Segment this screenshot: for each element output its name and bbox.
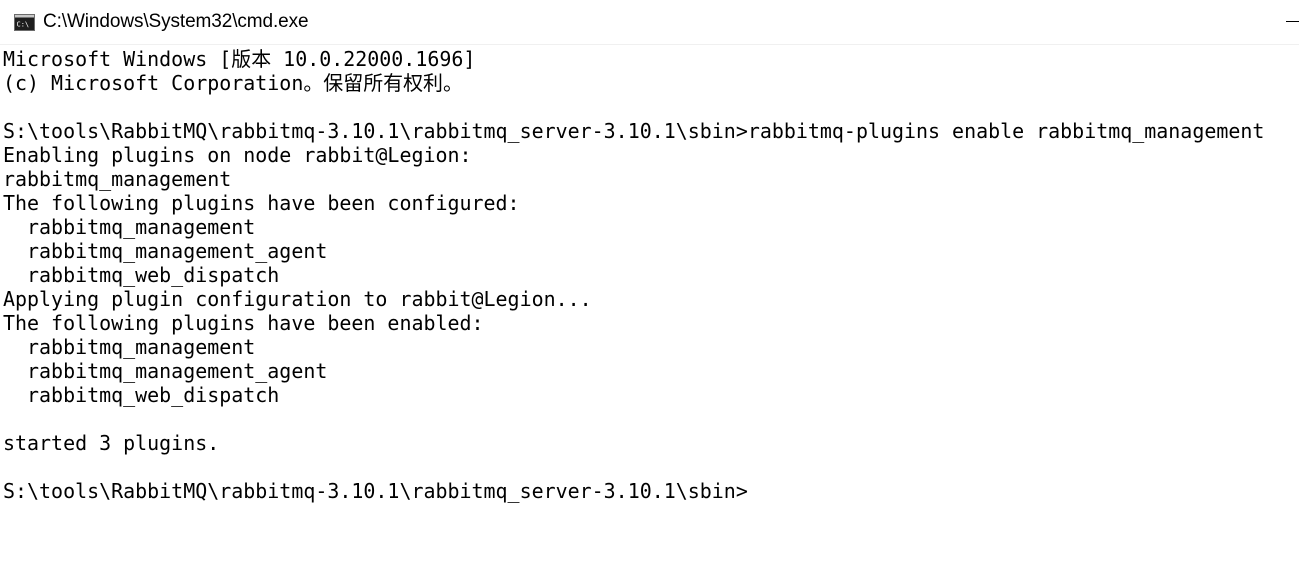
console-line: The following plugins have been configur… — [3, 191, 520, 215]
svg-text:C:\: C:\ — [17, 20, 30, 28]
console-line: rabbitmq_management — [3, 335, 256, 359]
console-line: rabbitmq_management_agent — [3, 359, 328, 383]
console-line: (c) Microsoft Corporation。保留所有权利。 — [3, 71, 463, 95]
console-line: The following plugins have been enabled: — [3, 311, 484, 335]
console-line: rabbitmq_web_dispatch — [3, 383, 280, 407]
console-line: S:\tools\RabbitMQ\rabbitmq-3.10.1\rabbit… — [3, 119, 1265, 143]
console-line: Enabling plugins on node rabbit@Legion: — [3, 143, 472, 167]
window-title: C:\Windows\System32\cmd.exe — [43, 11, 309, 32]
console-line: started 3 plugins. — [3, 431, 220, 455]
console-line: rabbitmq_management — [3, 215, 256, 239]
window-controls — [1259, 0, 1299, 44]
cmd-window: C:\ C:\Windows\System32\cmd.exe Microsof… — [0, 0, 1299, 580]
cmd-console-icon: C:\ — [14, 13, 35, 31]
console-line: rabbitmq_management — [3, 167, 232, 191]
console-line: Applying plugin configuration to rabbit@… — [3, 287, 592, 311]
console-prompt-line: S:\tools\RabbitMQ\rabbitmq-3.10.1\rabbit… — [3, 479, 748, 503]
console-output[interactable]: Microsoft Windows [版本 10.0.22000.1696] (… — [0, 44, 1299, 580]
minimize-button[interactable] — [1259, 0, 1299, 44]
console-line: Microsoft Windows [版本 10.0.22000.1696] — [3, 47, 476, 71]
console-line: rabbitmq_web_dispatch — [3, 263, 280, 287]
title-bar[interactable]: C:\ C:\Windows\System32\cmd.exe — [0, 0, 1299, 44]
console-line: rabbitmq_management_agent — [3, 239, 328, 263]
